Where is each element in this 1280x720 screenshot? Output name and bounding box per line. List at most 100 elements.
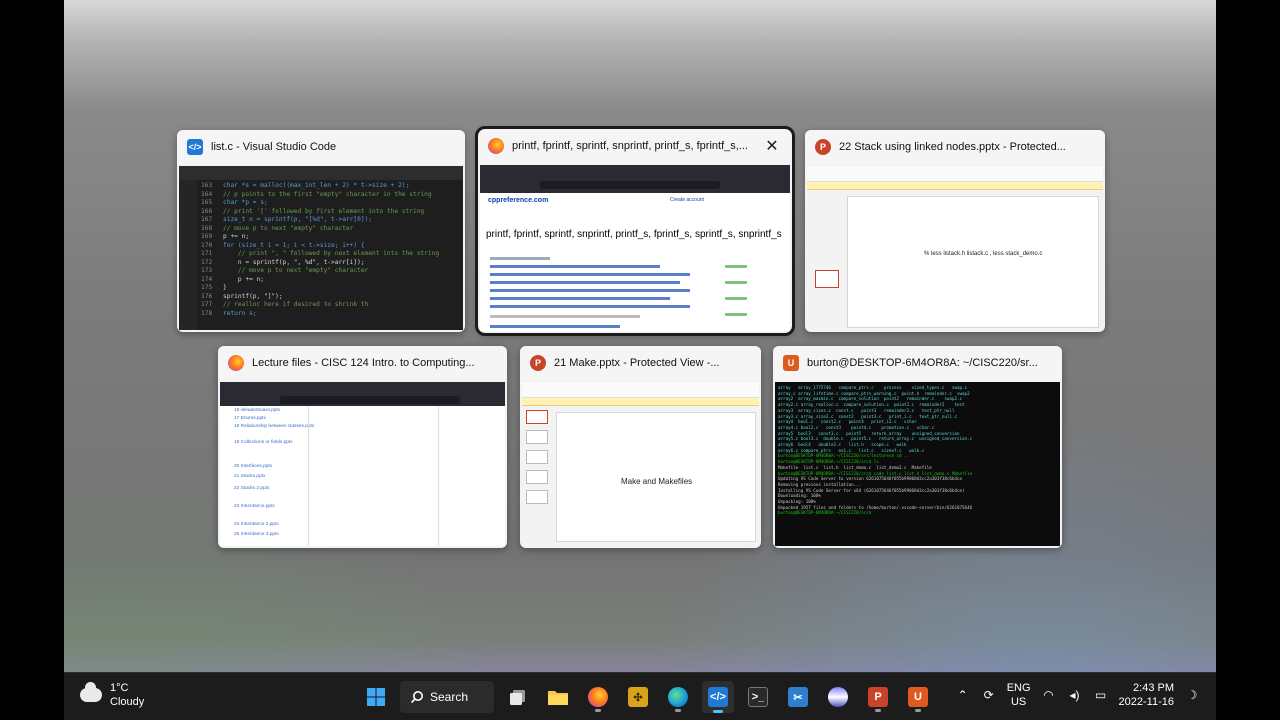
browser-preview: cppreference.com Create account printf, … [480, 165, 790, 331]
window-title: Lecture files - CISC 124 Intro. to Compu… [252, 357, 475, 369]
start-button[interactable] [360, 681, 392, 713]
window-title-bar: U burton@DESKTOP-6M4OR8A: ~/CISC220/sr..… [773, 346, 1062, 380]
clock-time: 2:43 PM [1133, 682, 1174, 694]
powerpoint-icon: P [868, 687, 888, 707]
content-line [490, 265, 660, 268]
file-explorer-button[interactable] [542, 681, 574, 713]
window-title: list.c - Visual Studio Code [211, 141, 337, 153]
lecture-file-link[interactable]: 18 Relationship between classes.pptx [234, 424, 314, 429]
lecture-file-link[interactable]: 17 Enums.pptx [234, 416, 266, 421]
code-line: 174 p += n; [201, 276, 459, 285]
firefox-taskbar-button[interactable] [582, 681, 614, 713]
search-button[interactable]: Search [400, 681, 494, 713]
battery-icon[interactable]: ▭ [1093, 688, 1109, 702]
notification-icon[interactable]: ☽ [1184, 688, 1200, 702]
page-heading: printf, fprintf, sprintf, snprintf, prin… [486, 229, 782, 240]
content-line [725, 265, 747, 268]
window-thumbnail-make-pptx[interactable]: P 21 Make.pptx - Protected View -... Mak… [520, 346, 761, 548]
address-bar [540, 181, 720, 189]
snipping-tool-button[interactable]: ✂ [782, 681, 814, 713]
slide-thumbnail[interactable] [526, 430, 548, 444]
editor-tabs [179, 166, 463, 180]
lecture-file-link[interactable]: 19 Collections or fields.pptx [234, 440, 293, 445]
powerpoint-taskbar-button[interactable]: P [862, 681, 894, 713]
vscode-taskbar-button[interactable]: </> [702, 681, 734, 713]
lecture-file-link[interactable]: 20 Interfaces.pptx [234, 464, 272, 469]
terminal-taskbar-button[interactable]: >_ [742, 681, 774, 713]
ubuntu-icon: U [908, 687, 928, 707]
clock[interactable]: 2:43 PM 2022-11-16 [1119, 681, 1174, 709]
code-text: // print ", " followed by next element i… [223, 250, 440, 257]
lecture-file-link[interactable]: 23 Inheritance.pptx [234, 504, 275, 509]
powerpoint-icon: P [815, 139, 831, 155]
code-line: 167 size_t n = sprintf(p, "[%d", t->arr[0… [201, 216, 459, 225]
code-text: // p points to the first "empty" charact… [223, 190, 432, 198]
weather-desc: Cloudy [110, 696, 145, 708]
edge-taskbar-button[interactable] [662, 681, 694, 713]
ubuntu-taskbar-button[interactable]: U [902, 681, 934, 713]
lecture-file-link[interactable]: 21 Stacks.pptx [234, 474, 265, 479]
code-text: char *s = malloc((max_int_len + 2) * t->… [223, 182, 410, 189]
code-text: for (size_t i = 1; i < t->size; i++) { [223, 241, 365, 249]
taskbar-apps: Search ✣ </> >_ ✂ P U [360, 681, 934, 713]
sync-icon[interactable]: ⟳ [981, 688, 997, 702]
terminal-line: burton@DESKTOP-6M4OR8A:~/CISC220/src$ [778, 510, 874, 516]
line-number: 165 [201, 199, 213, 206]
window-thumbnail-cppreference[interactable]: printf, fprintf, sprintf, snprintf, prin… [475, 126, 795, 336]
code-editor-preview: 163 char *s = malloc((max_int_len + 2) * … [179, 166, 463, 330]
snipping-icon: ✂ [788, 687, 808, 707]
window-thumbnail-vscode[interactable]: </> list.c - Visual Studio Code 163 char … [177, 130, 465, 332]
puzzle-app-button[interactable]: ✣ [622, 681, 654, 713]
code-line: 173 // move p to next "empty" character [201, 267, 459, 276]
code-line: 170 for (size_t i = 1; i < t->size; i++) … [201, 242, 459, 251]
code-lines: 163 char *s = malloc((max_int_len + 2) * … [201, 182, 459, 318]
window-thumbnail-terminal[interactable]: U burton@DESKTOP-6M4OR8A: ~/CISC220/sr..… [773, 346, 1062, 548]
task-view-icon [510, 690, 525, 705]
wifi-icon[interactable]: ◠ [1041, 688, 1057, 702]
window-preview: 19 isleaderboard.pptx 17 Enums.pptx 18 R… [220, 382, 505, 546]
slide-thumbnail[interactable] [526, 470, 548, 484]
edge-icon [668, 687, 688, 707]
line-number: 172 [201, 258, 213, 266]
stacked-app-button[interactable] [822, 681, 854, 713]
language-indicator[interactable]: ENG US [1007, 681, 1031, 709]
editor-activity-bar [179, 180, 197, 330]
firefox-icon [488, 138, 504, 154]
taskbar: 1°C Cloudy Search ✣ </> >_ ✂ P U ⌃ ⟳ ENG… [64, 672, 1216, 720]
protected-view-bar [522, 398, 759, 406]
powerpoint-icon: P [530, 355, 546, 371]
content-line [725, 297, 747, 300]
lecture-file-link[interactable]: 24 Inheritance 2.pptx [234, 522, 279, 527]
window-thumbnail-stack-pptx[interactable]: P 22 Stack using linked nodes.pptx - Pro… [805, 130, 1105, 332]
close-window-button[interactable]: ✕ [762, 136, 782, 156]
vscode-icon: </> [187, 139, 203, 155]
powerpoint-preview: Make and Makefiles [522, 382, 759, 546]
lecture-file-link[interactable]: 19 isleaderboard.pptx [234, 408, 280, 413]
weather-temp: 1°C [110, 682, 129, 694]
content-line [490, 325, 620, 328]
content-line [490, 257, 550, 260]
site-logo: cppreference.com [488, 197, 549, 204]
code-text: return s; [223, 309, 257, 317]
search-label: Search [430, 690, 469, 704]
lecture-file-link[interactable]: 25 Inheritance 3.pptx [234, 532, 279, 537]
window-preview: cppreference.com Create account printf, … [480, 165, 790, 331]
code-text: // move p to next "empty" character [223, 224, 354, 232]
chevron-up-icon[interactable]: ⌃ [955, 688, 971, 702]
content-line [725, 313, 747, 316]
task-view-button[interactable] [502, 681, 534, 713]
slide-thumbnail[interactable] [526, 410, 548, 424]
weather-widget[interactable]: 1°C Cloudy [80, 681, 144, 709]
protected-view-bar [807, 182, 1103, 190]
terminal-output: array array_1775746 compare_ptrs.c proce… [775, 382, 1060, 546]
slide-thumbnail[interactable] [526, 450, 548, 464]
content-line [490, 305, 690, 308]
browser-toolbar [480, 165, 790, 193]
slide-thumbnail[interactable] [526, 490, 548, 504]
vscode-icon: </> [708, 687, 728, 707]
window-title-bar: printf, fprintf, sprintf, snprintf, prin… [478, 129, 792, 163]
lecture-file-link[interactable]: 22 Stacks 2.pptx [234, 486, 269, 491]
volume-icon[interactable]: ◂) [1067, 688, 1083, 702]
ubuntu-icon: U [783, 355, 799, 371]
window-thumbnail-lecture-files[interactable]: Lecture files - CISC 124 Intro. to Compu… [218, 346, 507, 548]
